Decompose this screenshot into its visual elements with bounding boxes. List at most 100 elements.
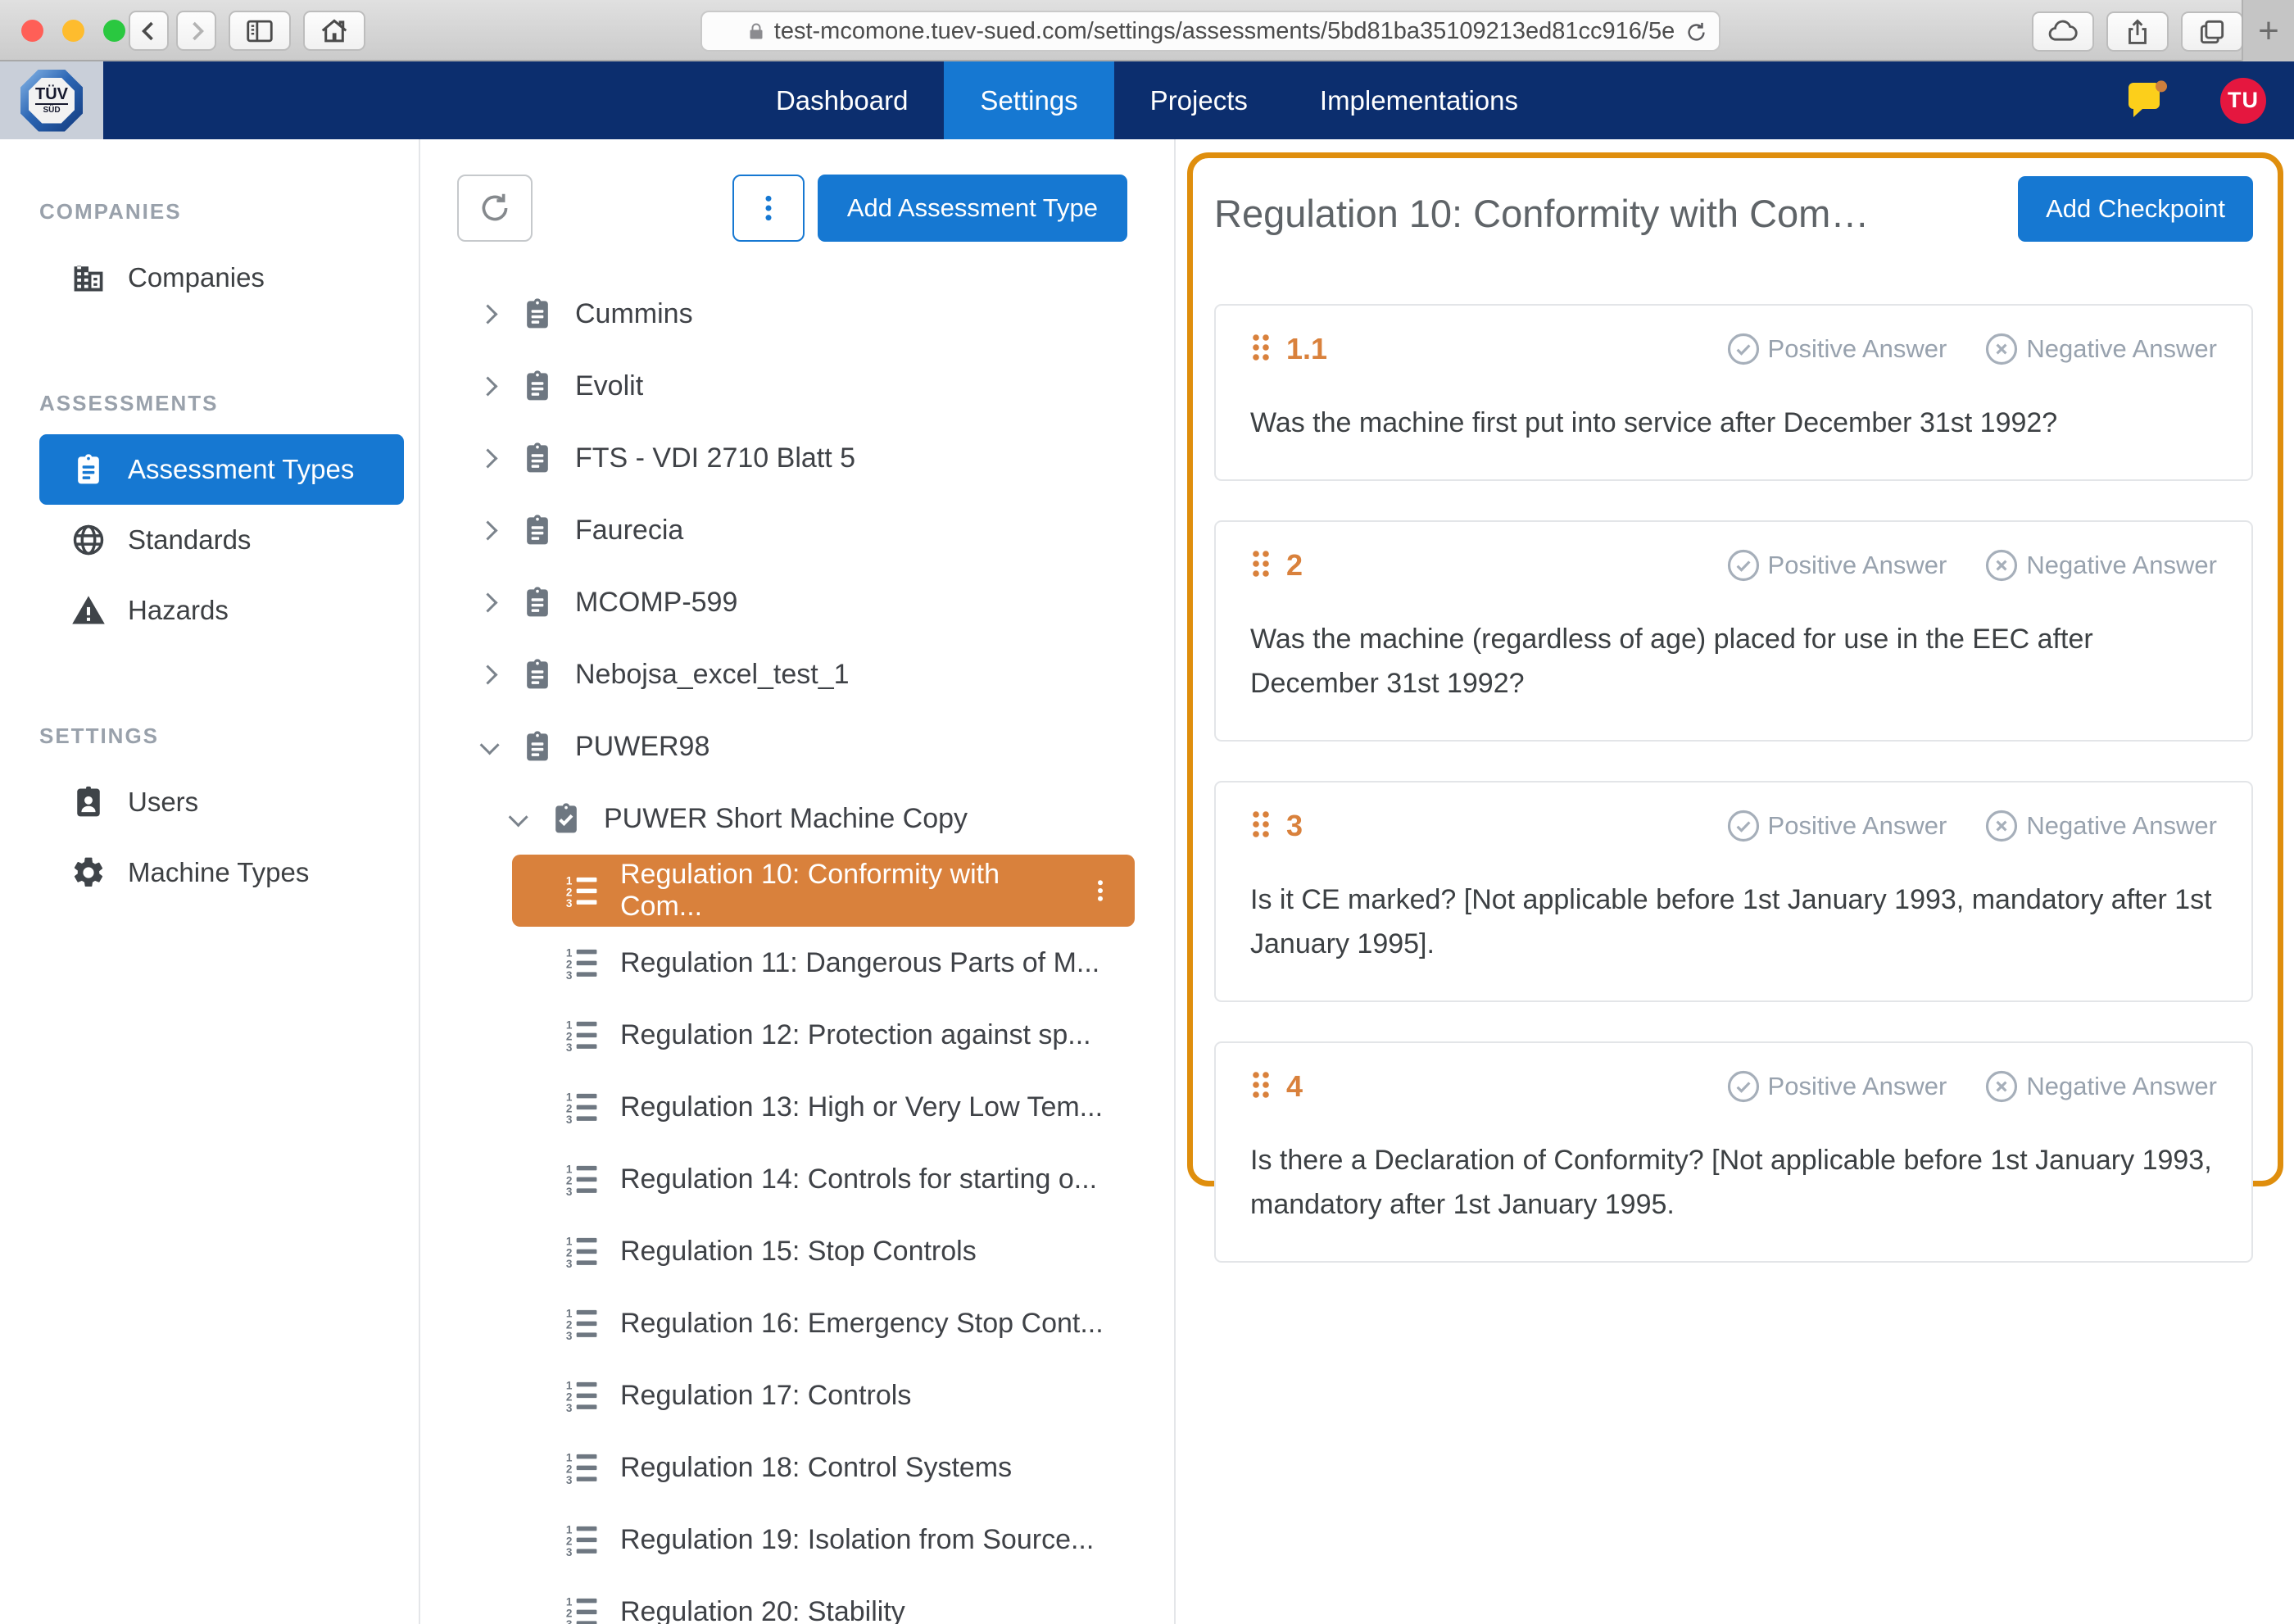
svg-text:1: 1 [566, 875, 573, 887]
tab-overview-button[interactable] [2181, 11, 2243, 52]
nav-tab[interactable]: Implementations [1284, 61, 1554, 139]
refresh-button[interactable] [457, 175, 533, 242]
tree-item-label: Evolit [575, 370, 643, 402]
drag-handle-icon[interactable] [1250, 1070, 1272, 1104]
sidebar-item[interactable]: Machine Types [39, 837, 404, 908]
tree-item[interactable]: 123 Regulation 20: Stability [512, 1576, 1135, 1624]
chevron-icon[interactable] [478, 304, 497, 324]
tabs-icon [2197, 16, 2228, 48]
chevron-icon[interactable] [478, 520, 497, 540]
zoom-window-button[interactable] [103, 20, 125, 42]
svg-text:2: 2 [566, 1535, 573, 1547]
sidebar-item[interactable]: Hazards [39, 575, 404, 646]
check-circle-icon [1726, 1069, 1761, 1104]
sidebar-item[interactable]: Standards [39, 505, 404, 575]
chevron-icon[interactable] [509, 807, 528, 827]
sidebar-item[interactable]: Users [39, 767, 404, 837]
positive-answer-badge[interactable]: Positive Answer [1726, 548, 1947, 583]
positive-answer-badge[interactable]: Positive Answer [1726, 332, 1947, 366]
chevron-icon[interactable] [478, 592, 497, 612]
kebab-menu-icon[interactable] [1086, 876, 1115, 905]
positive-answer-badge[interactable]: Positive Answer [1726, 809, 1947, 843]
nav-tab[interactable]: Projects [1114, 61, 1284, 139]
new-tab-button[interactable]: + [2242, 0, 2294, 61]
add-checkpoint-button[interactable]: Add Checkpoint [2018, 176, 2253, 242]
tree-item-label: Regulation 14: Controls for starting o..… [620, 1164, 1097, 1195]
close-window-button[interactable] [21, 20, 43, 42]
svg-text:3: 3 [566, 1114, 573, 1125]
svg-text:2: 2 [566, 1390, 573, 1403]
tree-item[interactable]: Nebojsa_excel_test_1 [420, 638, 1174, 710]
minimize-window-button[interactable] [62, 20, 84, 42]
tree-item[interactable]: Faurecia [420, 494, 1174, 566]
tree-item[interactable]: 123 Regulation 19: Isolation from Source… [512, 1504, 1135, 1576]
tuev-sued-logo[interactable]: TÜV SÜD [0, 61, 103, 139]
back-button[interactable] [129, 11, 169, 51]
tree-item-label: PUWER98 [575, 731, 710, 763]
tree-item[interactable]: 123 Regulation 11: Dangerous Parts of M.… [512, 927, 1135, 999]
tree-item[interactable]: 123 Regulation 18: Control Systems [512, 1431, 1135, 1504]
svg-text:2: 2 [566, 958, 573, 970]
svg-text:3: 3 [566, 1041, 573, 1053]
user-avatar[interactable]: TU [2220, 78, 2266, 124]
chevron-icon[interactable] [480, 735, 500, 755]
nav-tab[interactable]: Dashboard [740, 61, 944, 139]
tree-item[interactable]: 123 Regulation 12: Protection against sp… [512, 999, 1135, 1071]
sidebar-item-label: Standards [128, 524, 251, 556]
svg-text:1: 1 [566, 1236, 573, 1248]
tree-item-label: Regulation 15: Stop Controls [620, 1236, 977, 1268]
tree-item[interactable]: Cummins [420, 278, 1174, 350]
sidebar-toggle-button[interactable] [229, 11, 291, 51]
reload-button[interactable] [1684, 20, 1709, 52]
assessment-tree-panel: Add Assessment Type Cummins [420, 139, 1176, 1624]
drag-handle-icon[interactable] [1250, 810, 1272, 843]
drag-handle-icon[interactable] [1250, 333, 1272, 366]
notifications-button[interactable] [2127, 79, 2168, 122]
sidebar-item[interactable]: Companies [39, 243, 404, 313]
tree-item[interactable]: 123 Regulation 13: High or Very Low Tem.… [512, 1071, 1135, 1143]
chevron-icon[interactable] [478, 376, 497, 396]
negative-answer-badge[interactable]: Negative Answer [1984, 332, 2217, 366]
tree-item[interactable]: MCOMP-599 [420, 566, 1174, 638]
sidebar-icon [244, 16, 275, 47]
drag-handle-icon[interactable] [1250, 549, 1272, 583]
sidebar-section-companies: COMPANIES [39, 199, 419, 225]
tree-item[interactable]: 123 Regulation 17: Controls [512, 1359, 1135, 1431]
sidebar: COMPANIES Companies ASSESSMENTS [0, 139, 420, 1624]
negative-answer-badge[interactable]: Negative Answer [1984, 1069, 2217, 1104]
numbered-list-icon: 123 [564, 1305, 601, 1341]
positive-answer-badge[interactable]: Positive Answer [1726, 1069, 1947, 1104]
checkpoint-card: 4 Positive Answer Negative [1214, 1041, 2253, 1263]
tree-menu-button[interactable] [732, 175, 805, 242]
tree-item[interactable]: PUWER Short Machine Copy [420, 783, 1174, 855]
address-bar[interactable]: test-mcomone.tuev-sued.com/settings/asse… [700, 11, 1720, 52]
icloud-tabs-button[interactable] [2032, 11, 2094, 52]
tree-item[interactable]: 123 Regulation 16: Emergency Stop Cont..… [512, 1287, 1135, 1359]
tree-item[interactable]: 123 Regulation 15: Stop Controls [512, 1215, 1135, 1287]
sidebar-section-assessments: ASSESSMENTS [39, 391, 419, 416]
tree-item-label: Faurecia [575, 515, 683, 547]
home-button[interactable] [303, 11, 365, 51]
tree-item[interactable]: 123 Regulation 14: Controls for starting… [512, 1143, 1135, 1215]
chevron-icon[interactable] [478, 665, 497, 684]
sidebar-item[interactable]: Assessment Types [39, 434, 404, 505]
clipboard-icon [519, 440, 555, 476]
svg-text:2: 2 [566, 1607, 573, 1619]
chevron-icon[interactable] [478, 448, 497, 468]
add-assessment-type-button[interactable]: Add Assessment Type [818, 175, 1127, 242]
share-button[interactable] [2106, 11, 2169, 52]
numbered-list-icon: 123 [564, 1522, 601, 1558]
clipboard-icon [519, 728, 555, 764]
tree-item[interactable]: PUWER98 [420, 710, 1174, 783]
detail-pane: Regulation 10: Conformity with Com… Add … [1176, 139, 2294, 1624]
tree-item[interactable]: FTS - VDI 2710 Blatt 5 [420, 422, 1174, 494]
sidebar-item-label: Companies [128, 262, 265, 293]
forward-button[interactable] [176, 11, 216, 51]
tree-item[interactable]: 123 Regulation 10: Conformity with Com..… [512, 855, 1135, 927]
negative-answer-badge[interactable]: Negative Answer [1984, 809, 2217, 843]
tree-item[interactable]: Evolit [420, 350, 1174, 422]
globe-icon [70, 522, 107, 558]
assessment-tree: Cummins Evolit [420, 278, 1174, 1624]
nav-tab[interactable]: Settings [944, 61, 1113, 139]
negative-answer-badge[interactable]: Negative Answer [1984, 548, 2217, 583]
